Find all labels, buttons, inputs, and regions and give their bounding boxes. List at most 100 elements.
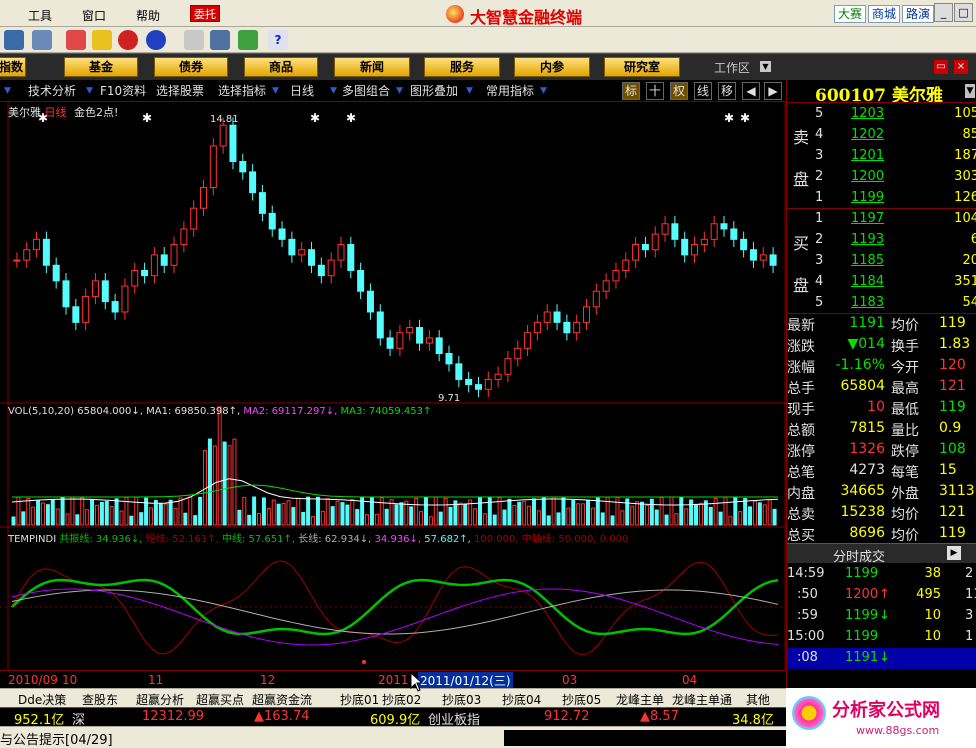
- volume-bar: [266, 508, 271, 526]
- quote-value-2: 121: [939, 504, 966, 520]
- line-button[interactable]: 线: [694, 82, 712, 100]
- close-icon[interactable]: ×: [954, 60, 968, 74]
- trade-volume: 10: [924, 629, 941, 644]
- mark-button[interactable]: 标: [622, 82, 640, 100]
- overlay-button[interactable]: 图形叠加: [410, 83, 458, 99]
- tab-news[interactable]: 新闻: [334, 57, 410, 77]
- tab-fund[interactable]: 基金: [64, 57, 138, 77]
- bid-row[interactable]: 1 1197 104: [815, 209, 976, 230]
- indicator-legend: TEMPINDI 共振线: 34.936↓, 短线: 52.161↑, 中线: …: [8, 534, 629, 545]
- indicator-tab[interactable]: 抄底03: [442, 691, 481, 708]
- ask-row[interactable]: 1 1199 126: [815, 188, 976, 209]
- notice-label[interactable]: 与公告提示[04/29]: [0, 729, 113, 748]
- menu-help[interactable]: 帮助: [136, 7, 160, 24]
- quote-label: 涨幅: [787, 360, 815, 376]
- maximize-icon[interactable]: □: [954, 3, 973, 22]
- contest-button[interactable]: 大赛: [834, 5, 867, 23]
- chart-area[interactable]: ✱ ✱ ✱ ✱ ✱ ✱ 美尔雅 日线 金色2点! 14.81 9.71 VOL(5,10,…: [0, 102, 786, 689]
- indicator-tab[interactable]: 查股东: [82, 691, 118, 708]
- menu-window[interactable]: 窗口: [82, 7, 106, 24]
- multi-chart-button[interactable]: 多图组合: [342, 83, 390, 99]
- delegate-button[interactable]: 委托: [190, 5, 220, 22]
- chevron-down-icon[interactable]: [540, 87, 547, 94]
- euro-icon[interactable]: [146, 30, 166, 50]
- restore-icon[interactable]: ▭: [934, 60, 948, 74]
- next-button[interactable]: ▶: [764, 82, 782, 100]
- bar-chart-icon[interactable]: [238, 30, 258, 50]
- indicator-tab[interactable]: 抄底02: [382, 691, 421, 708]
- tab-commodity[interactable]: 商品: [244, 57, 318, 77]
- indicator-tab[interactable]: 抄底05: [562, 691, 601, 708]
- indicator-tab[interactable]: 超赢分析: [136, 691, 184, 708]
- binoculars-icon[interactable]: [4, 30, 24, 50]
- ask-row[interactable]: 3 1201 187: [815, 146, 976, 167]
- calculator-icon[interactable]: [184, 30, 204, 50]
- workspace-label[interactable]: 工作区: [714, 59, 750, 76]
- mall-button[interactable]: 商城: [868, 5, 901, 23]
- trades-header: 分时成交 ▶: [787, 543, 976, 565]
- volume-bar: [247, 514, 252, 526]
- select-stock-button[interactable]: 选择股票: [156, 83, 204, 99]
- common-indicator-button[interactable]: 常用指标: [486, 83, 534, 99]
- tab-index[interactable]: 指数: [0, 57, 26, 77]
- period-button[interactable]: 日线: [290, 83, 314, 99]
- ask-row[interactable]: 4 1202 85: [815, 125, 976, 146]
- indicator-tab[interactable]: 龙峰主单通: [672, 691, 732, 708]
- quote-label-2: 每笔: [891, 465, 919, 481]
- volume-bar: [168, 499, 173, 526]
- indicator-tab[interactable]: Dde决策: [18, 691, 66, 708]
- bid-row[interactable]: 3 1185 20: [815, 251, 976, 272]
- help-icon[interactable]: ?: [268, 30, 288, 50]
- layout-icon[interactable]: [210, 30, 230, 50]
- prev-button[interactable]: ◀: [742, 82, 760, 100]
- candle-body: [435, 337, 443, 354]
- dollar-icon[interactable]: [118, 30, 138, 50]
- bid-row[interactable]: 4 1184 351: [815, 272, 976, 293]
- chevron-down-icon[interactable]: ▼: [760, 61, 771, 72]
- move-button[interactable]: 移: [718, 82, 736, 100]
- play-icon[interactable]: [4, 87, 11, 94]
- volume-bar: [286, 500, 291, 526]
- ask-row[interactable]: 5 1203 105: [815, 104, 976, 125]
- minimize-icon[interactable]: _: [934, 3, 953, 22]
- roadshow-button[interactable]: 路演: [902, 5, 935, 23]
- volume-cell: 104: [954, 211, 976, 226]
- chevron-down-icon[interactable]: [466, 87, 473, 94]
- indicator-tab[interactable]: 超赢资金流: [252, 691, 312, 708]
- indicator-tab[interactable]: 龙峰主单: [616, 691, 664, 708]
- volume-bar: [355, 509, 360, 526]
- indicator-tab[interactable]: 其他: [746, 691, 770, 708]
- chevron-down-icon[interactable]: [396, 87, 403, 94]
- volume-bar: [384, 508, 389, 526]
- next-icon[interactable]: ▶: [947, 546, 961, 560]
- bid-row[interactable]: 2 1193 6: [815, 230, 976, 251]
- tech-analysis-button[interactable]: 技术分析: [28, 83, 76, 99]
- diamond-icon[interactable]: [92, 30, 112, 50]
- kline-chart-svg[interactable]: ✱ ✱ ✱ ✱ ✱ ✱: [0, 102, 786, 688]
- rights-button[interactable]: 权: [670, 82, 688, 100]
- chevron-down-icon[interactable]: [272, 87, 279, 94]
- quote-label-2: 均价: [891, 318, 919, 334]
- bid-row[interactable]: 5 1183 54: [815, 293, 976, 314]
- menu-tools[interactable]: 工具: [28, 7, 52, 24]
- chevron-down-icon[interactable]: [86, 87, 93, 94]
- alarm-icon[interactable]: [32, 30, 52, 50]
- tab-research[interactable]: 研究室: [604, 57, 680, 77]
- indicator-tab[interactable]: 抄底01: [340, 691, 379, 708]
- ask-row[interactable]: 2 1200 303: [815, 167, 976, 188]
- chevron-down-icon[interactable]: ▼: [965, 84, 975, 98]
- volume-bar: [148, 507, 153, 526]
- crosshair-button[interactable]: 十: [646, 82, 664, 100]
- tab-insider[interactable]: 内参: [514, 57, 590, 77]
- candle-body: [200, 186, 207, 209]
- candle-body: [288, 238, 296, 256]
- select-indicator-button[interactable]: 选择指标: [218, 83, 266, 99]
- chevron-down-icon[interactable]: [330, 87, 337, 94]
- f10-button[interactable]: F10资料: [100, 83, 146, 99]
- news-icon[interactable]: [66, 30, 86, 50]
- tab-bond[interactable]: 债券: [154, 57, 228, 77]
- indicator-tab[interactable]: 抄底04: [502, 691, 541, 708]
- candle-body: [583, 306, 590, 323]
- tab-service[interactable]: 服务: [424, 57, 500, 77]
- indicator-tab[interactable]: 超赢买点: [196, 691, 244, 708]
